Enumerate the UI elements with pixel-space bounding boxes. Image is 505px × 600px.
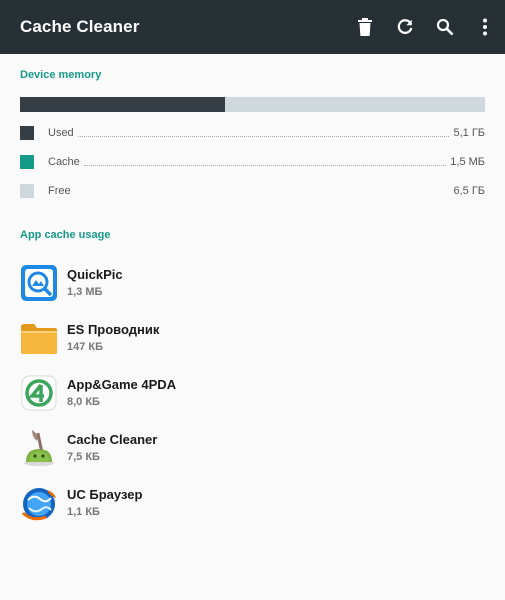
cache-label: Cache <box>48 156 80 168</box>
used-label: Used <box>48 127 74 139</box>
quickpic-icon <box>21 264 57 301</box>
app-name: UC Браузер <box>67 487 143 502</box>
cache-swatch <box>20 155 34 169</box>
app-cache-size: 1,3 МБ <box>67 286 103 298</box>
app-name: App&Game 4PDA <box>67 377 177 392</box>
free-value: 6,5 ГБ <box>453 185 485 197</box>
list-item-cache-cleaner[interactable]: Cache Cleaner 7,5 КБ <box>0 420 505 475</box>
list-item-4pda[interactable]: App&Game 4PDA 8,0 КБ <box>0 365 505 420</box>
search-button[interactable] <box>425 0 465 54</box>
toolbar-actions <box>345 0 505 54</box>
legend-free: Free 6,5 ГБ <box>20 183 485 199</box>
uc-browser-icon <box>21 487 56 520</box>
used-swatch <box>20 126 34 140</box>
free-swatch <box>20 184 34 198</box>
cache-cleaner-icon <box>24 429 54 466</box>
app-name: ES Проводник <box>67 322 160 337</box>
refresh-button[interactable] <box>385 0 425 54</box>
list-item-quickpic[interactable]: QuickPic 1,3 МБ <box>0 255 505 310</box>
free-label: Free <box>48 185 71 197</box>
dotted-leader <box>77 135 450 137</box>
app-cache-size: 1,1 КБ <box>67 506 100 518</box>
list-item-uc-browser[interactable]: UC Браузер 1,1 КБ <box>0 475 505 530</box>
more-options-button[interactable] <box>465 0 505 54</box>
app-cache-list: QuickPic 1,3 МБ ES Проводник 147 КБ App&… <box>0 255 505 530</box>
app-title: Cache Cleaner <box>20 17 140 36</box>
more-vert-icon <box>483 18 487 36</box>
4pda-icon <box>21 375 57 410</box>
refresh-icon <box>397 19 413 34</box>
legend-used: Used 5,1 ГБ <box>20 125 485 141</box>
used-value: 5,1 ГБ <box>453 127 485 139</box>
app-cache-size: 147 КБ <box>67 341 104 353</box>
app-cache-header: App cache usage <box>20 229 111 241</box>
delete-button[interactable] <box>345 0 385 54</box>
search-icon <box>436 18 454 36</box>
list-item-es-explorer[interactable]: ES Проводник 147 КБ <box>0 310 505 365</box>
app-bar: Cache Cleaner <box>0 0 505 54</box>
app-name: QuickPic <box>67 267 123 282</box>
app-name: Cache Cleaner <box>67 432 158 447</box>
memory-usage-bar <box>20 97 485 112</box>
app-cache-size: 7,5 КБ <box>67 451 100 463</box>
dotted-leader <box>83 164 447 166</box>
device-memory-header: Device memory <box>20 69 102 81</box>
legend-cache: Cache 1,5 МБ <box>20 154 485 170</box>
cache-value: 1,5 МБ <box>450 156 485 168</box>
trash-icon <box>358 18 372 36</box>
app-cache-size: 8,0 КБ <box>67 396 100 408</box>
folder-icon <box>21 323 57 354</box>
memory-used-fill <box>20 97 225 112</box>
